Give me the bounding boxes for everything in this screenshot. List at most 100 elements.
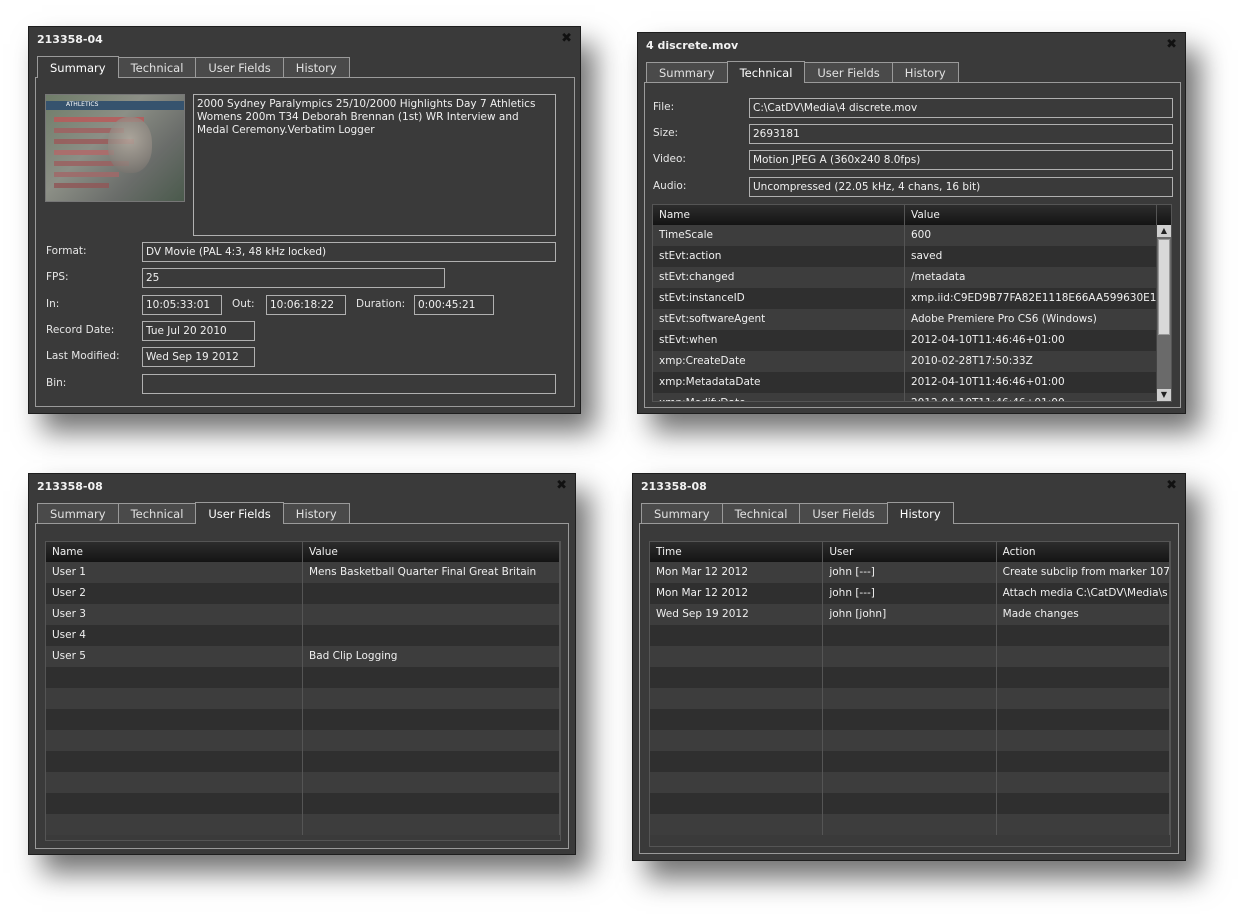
file-label: File: [653, 101, 675, 113]
table-row[interactable]: User 1 Mens Basketball Quarter Final Gre… [46, 562, 560, 583]
table-row[interactable]: User 2 [46, 583, 560, 604]
table-row[interactable]: stEvt:instanceID xmp.iid:C9ED9B77FA82E11… [653, 288, 1157, 309]
tab-summary[interactable]: Summary [37, 503, 119, 523]
audio-field[interactable]: Uncompressed (22.05 kHz, 4 chans, 16 bit… [749, 177, 1173, 197]
table-row[interactable]: Wed Sep 19 2012 john [john] Made changes [650, 604, 1170, 625]
table-row[interactable]: stEvt:when 2012-04-10T11:46:46+01:00 [653, 330, 1157, 351]
tab-history[interactable]: History [886, 502, 954, 524]
scroll-down-icon[interactable]: ▼ [1157, 389, 1171, 401]
close-icon[interactable]: ✖ [556, 478, 567, 493]
cell-user: john [john] [823, 604, 997, 625]
clip-panel-summary: 213358-04 ✖ Summary Technical User Field… [28, 26, 581, 414]
format-label: Format: [46, 245, 87, 257]
tab-technical[interactable]: Technical [721, 503, 801, 523]
cell-name: User 4 [46, 625, 303, 646]
table-row[interactable]: TimeScale 600 [653, 225, 1157, 246]
fps-label: FPS: [46, 271, 69, 283]
cell-value: 2012-04-10T11:46:46+01:00 [905, 330, 1157, 351]
duration-field[interactable]: 0:00:45:21 [414, 295, 494, 315]
cell-value: Mens Basketball Quarter Final Great Brit… [303, 562, 560, 583]
cell-name: stEvt:when [653, 330, 905, 351]
tab-technical[interactable]: Technical [117, 57, 197, 77]
table-row[interactable]: xmp:MetadataDate 2012-04-10T11:46:46+01:… [653, 372, 1157, 393]
clip-panel-user-fields: 213358-08 ✖ Summary Technical User Field… [28, 473, 576, 855]
table-row[interactable]: User 4 [46, 625, 560, 646]
tab-user-fields[interactable]: User Fields [195, 57, 284, 77]
video-label: Video: [653, 153, 686, 165]
table-row [46, 772, 560, 793]
cell-value: /metadata [905, 267, 1157, 288]
cell-value [303, 604, 560, 625]
close-icon[interactable]: ✖ [1166, 478, 1177, 493]
table-row[interactable]: Mon Mar 12 2012 john [---] Create subcli… [650, 562, 1170, 583]
record-date-label: Record Date: [46, 324, 115, 336]
tab-summary[interactable]: Summary [37, 56, 119, 78]
tab-technical[interactable]: Technical [726, 61, 806, 83]
clip-panel-history: 213358-08 ✖ Summary Technical User Field… [632, 473, 1186, 861]
clip-thumbnail[interactable]: ATHLETICS [45, 94, 185, 202]
last-modified-field[interactable]: Wed Sep 19 2012 [142, 347, 255, 367]
bin-label: Bin: [46, 377, 67, 389]
tab-user-fields[interactable]: User Fields [804, 62, 893, 82]
table-row[interactable]: stEvt:softwareAgent Adobe Premiere Pro C… [653, 309, 1157, 330]
close-icon[interactable]: ✖ [561, 31, 572, 46]
table-row [650, 793, 1170, 814]
out-field[interactable]: 10:06:18:22 [266, 295, 346, 315]
tab-summary[interactable]: Summary [641, 503, 723, 523]
table-row[interactable]: Mon Mar 12 2012 john [---] Attach media … [650, 583, 1170, 604]
cell-name: User 2 [46, 583, 303, 604]
format-field[interactable]: DV Movie (PAL 4:3, 48 kHz locked) [142, 242, 556, 262]
tab-user-fields[interactable]: User Fields [195, 502, 284, 524]
table-row[interactable]: stEvt:action saved [653, 246, 1157, 267]
table-row[interactable]: stEvt:changed /metadata [653, 267, 1157, 288]
cell-time: Wed Sep 19 2012 [650, 604, 824, 625]
size-label: Size: [653, 127, 679, 139]
cell-time: Mon Mar 12 2012 [650, 583, 824, 604]
cell-action: Attach media C:\CatDV\Media\s [997, 583, 1170, 604]
cell-name: TimeScale [653, 225, 905, 246]
user-fields-content: Name Value User 1 Mens Basketball Quarte… [35, 523, 569, 849]
column-header-user[interactable]: User [823, 542, 997, 562]
notes-field[interactable]: 2000 Sydney Paralympics 25/10/2000 Highl… [193, 94, 556, 236]
bin-field[interactable] [142, 374, 556, 394]
tab-user-fields[interactable]: User Fields [799, 503, 888, 523]
file-field[interactable]: C:\CatDV\Media\4 discrete.mov [749, 98, 1173, 118]
in-field[interactable]: 10:05:33:01 [142, 295, 222, 315]
column-header-name[interactable]: Name [46, 542, 303, 562]
record-date-field[interactable]: Tue Jul 20 2010 [142, 321, 255, 341]
tab-history[interactable]: History [282, 57, 350, 77]
tab-history[interactable]: History [891, 62, 959, 82]
cell-value: Bad Clip Logging [303, 646, 560, 667]
table-row [650, 814, 1170, 835]
table-row[interactable]: xmp:CreateDate 2010-02-28T17:50:33Z [653, 351, 1157, 372]
cell-value: 600 [905, 225, 1157, 246]
fps-field[interactable]: 25 [142, 268, 445, 288]
video-field[interactable]: Motion JPEG A (360x240 8.0fps) [749, 150, 1173, 170]
column-header-action[interactable]: Action [997, 542, 1170, 562]
tab-summary[interactable]: Summary [646, 62, 728, 82]
table-row[interactable]: User 5 Bad Clip Logging [46, 646, 560, 667]
close-icon[interactable]: ✖ [1166, 37, 1177, 52]
table-header: Time User Action [650, 542, 1170, 562]
scroll-up-icon[interactable]: ▲ [1157, 225, 1171, 237]
tab-technical[interactable]: Technical [117, 503, 197, 523]
scroll-thumb[interactable] [1158, 239, 1170, 335]
size-field[interactable]: 2693181 [749, 124, 1173, 144]
vertical-scrollbar[interactable]: ▲ ▼ [1156, 225, 1171, 401]
tab-bar: Summary Technical User Fields History [646, 61, 959, 83]
cell-value [303, 625, 560, 646]
cell-user: john [---] [823, 562, 997, 583]
column-header-time[interactable]: Time [650, 542, 824, 562]
column-header-value[interactable]: Value [303, 542, 560, 562]
cell-value: 2012-04-10T11:46:46+01:00 [905, 372, 1157, 393]
panel-title: 4 discrete.mov [646, 39, 739, 52]
cell-name: User 3 [46, 604, 303, 625]
cell-name: User 1 [46, 562, 303, 583]
column-header-value[interactable]: Value [905, 205, 1157, 225]
table-row[interactable]: User 3 [46, 604, 560, 625]
panel-title: 213358-08 [641, 480, 707, 493]
column-header-name[interactable]: Name [653, 205, 905, 225]
cell-name: xmp:ModifyDate [653, 393, 905, 401]
table-row[interactable]: xmp:ModifyDate 2012-04-10T11:46:46+01:00 [653, 393, 1157, 401]
tab-history[interactable]: History [282, 503, 350, 523]
